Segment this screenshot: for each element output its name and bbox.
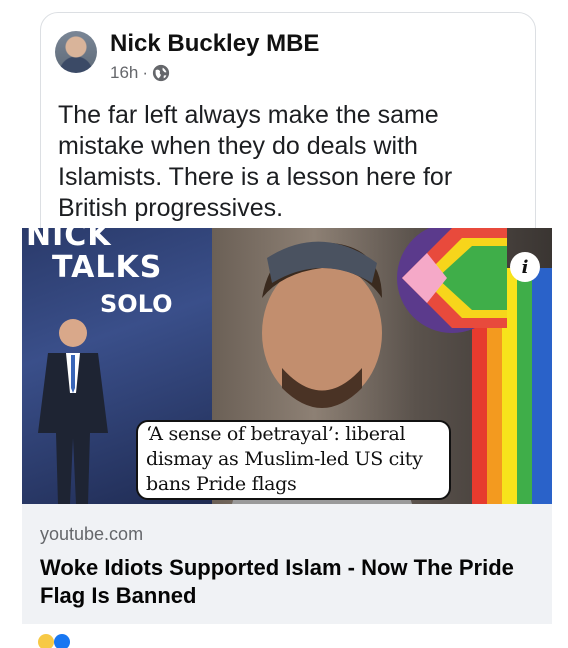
author-avatar[interactable] bbox=[55, 31, 97, 73]
show-name-talks: TALKS bbox=[52, 250, 163, 285]
link-footer[interactable]: youtube.com Woke Idiots Supported Islam … bbox=[22, 504, 552, 624]
preview-headline: ‘A sense of betrayal’: liberal dismay as… bbox=[136, 420, 451, 500]
reaction-icons[interactable] bbox=[38, 630, 78, 648]
post-text: The far left always make the same mistak… bbox=[58, 101, 453, 222]
link-preview-image[interactable]: NICK TALKS SOLO i ‘A sense of betrayal’:… bbox=[22, 228, 552, 504]
meta-separator: · bbox=[142, 63, 149, 82]
post-meta: 16h · bbox=[110, 63, 170, 83]
info-icon[interactable]: i bbox=[510, 252, 540, 282]
globe-icon[interactable] bbox=[152, 64, 170, 82]
link-title[interactable]: Woke Idiots Supported Islam - Now The Pr… bbox=[40, 554, 520, 610]
link-domain: youtube.com bbox=[40, 524, 144, 544]
author-name[interactable]: Nick Buckley MBE bbox=[110, 30, 319, 58]
post-time[interactable]: 16h bbox=[110, 63, 138, 83]
presenter-figure bbox=[38, 319, 108, 504]
